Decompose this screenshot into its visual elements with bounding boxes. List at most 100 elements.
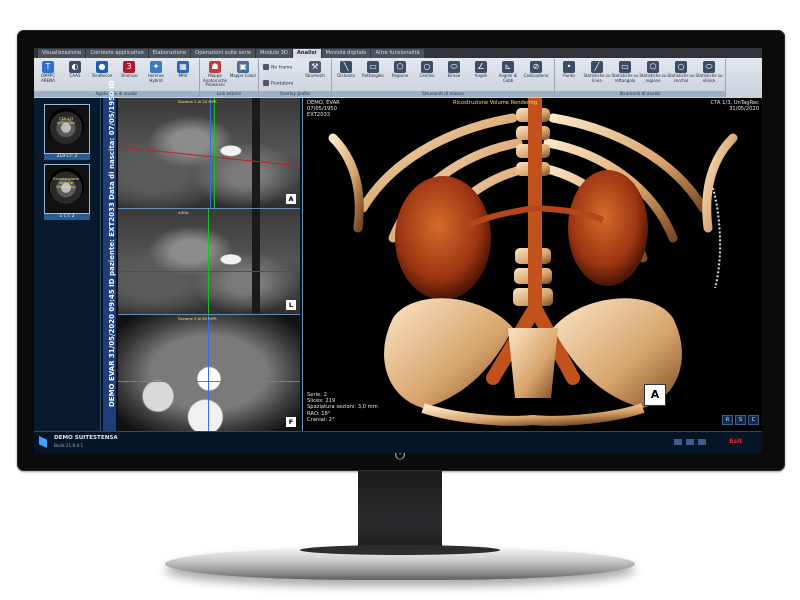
region-stats-icon: ⬠ [647,61,659,73]
series-thumbnail-1-caption: 219 CT: 2 [44,154,90,160]
pointer-icon [263,80,269,86]
series-thumbnail-1[interactable]: CTA 1/3 UnTagRec [44,104,90,154]
circle-icon: ○ [421,61,433,73]
mrv-button[interactable]: ▦ MRV [169,61,197,79]
no-frame-button[interactable]: No frame [263,64,292,71]
3mensio-button[interactable]: 3 3mensio [115,61,143,79]
orientation-marker: L [286,300,296,310]
puntatore-button[interactable]: Puntatore [263,80,293,87]
right-kidney [568,170,648,286]
volume-rendering-view[interactable]: DEMO, EVAR 07/05/1950 EXT2033 Ricostruzi… [302,98,762,431]
body-edge [118,209,260,314]
rect-stats-icon: ▭ [619,61,631,73]
series-thumbnail-2[interactable]: Ricostruzione Volume Rendering [44,164,90,214]
mpr-view-coronal[interactable]: Sezione 1 di 20 MPR A [118,98,300,209]
study-info-overlay: CTA 1/3, UnTagRec 31/05/2020 [710,100,759,113]
ellipse-stats-icon: ⬭ [703,61,715,73]
caas-icon: ◐ [69,61,81,73]
series-thumbnail-2-caption: 1 CT: 2 [44,214,90,220]
angolo-di-cobb-button[interactable]: ⊾ Angolo di Cobb [494,61,522,83]
network-icon[interactable] [674,439,682,445]
tab-moviola-digitale[interactable]: Moviola digitale [321,49,371,58]
ct-image [118,315,300,431]
statistiche-ellisse-button[interactable]: ⬭ Statistiche su ellisse [695,61,723,83]
ribbon: T OMPPC ARENA ◐ CAAS ● TeraRecon 3 3mensio ✦… [34,58,762,99]
tab-modulo-3d[interactable]: Modulo 3D [256,49,292,58]
cerchio-button[interactable]: ○ Cerchio [413,61,441,79]
patient-info-overlay: DEMO, EVAR 07/05/1950 EXT2033 [307,100,340,119]
angoli-button[interactable]: ∠ Angoli [467,61,495,79]
caas-button[interactable]: ◐ CAAS [61,61,89,79]
statistiche-rettangolo-button[interactable]: ▭ Statistiche su rettangolo [611,61,639,83]
mappe-anatomiche-button[interactable]: ☗ Mappe Anatomiche Proiezioni [201,61,229,88]
region-icon: ⬠ [394,61,406,73]
crosshair-green-line[interactable] [208,209,209,314]
crosshair-blue-line[interactable] [208,315,209,431]
calibration-icon: ⊘ [530,61,542,73]
layout-icon[interactable] [686,439,694,445]
tab-analisi[interactable]: Analisi [292,49,321,58]
terarecon-icon: ● [96,61,108,73]
distanza-button[interactable]: ╲ Distanza [332,61,360,79]
hemnes-hybrid-button[interactable]: ✦ Hemnes Hybrid [142,61,170,83]
group-strumenti-di-analisi: • Punto ╱ Statistiche su linea ▭ Statistich… [555,59,726,97]
ct-slice-image [48,108,84,144]
ellisse-button[interactable]: ⬭ Ellisse [440,61,468,79]
ellipse-icon: ⬭ [448,61,460,73]
workspace: CTA 1/3 UnTagRec 219 CT: 2 Ricostruzione… [34,80,762,432]
mappe-colori-button[interactable]: ▣ Mappe Colori [229,61,257,79]
rettangolo-button[interactable]: ▭ Rettangolo [359,61,387,79]
point-icon: • [563,61,575,73]
guide-wire [712,187,722,289]
status-bar: DEMO SUITESTENSA Build 21.6.4.1 Esit [34,431,762,453]
mpr-view-sagittal[interactable]: AXIAL L [118,209,300,315]
view-button-c[interactable]: C [748,415,759,425]
omppc-arena-button[interactable]: T OMPPC ARENA [34,61,62,83]
crosshair-blue-line[interactable] [210,98,211,208]
tab-altre-funzionalita[interactable]: Altre funzionalità [371,49,424,58]
calibrazione-button[interactable]: ⊘ Calibrazione [522,61,550,79]
crosshair-green-line[interactable] [118,381,300,382]
tab-operazioni-sulle-serie[interactable]: Operazioni sulle serie [191,49,256,58]
settings-icon[interactable] [698,439,706,445]
view-button-r[interactable]: R [722,415,733,425]
crosshair-red-line[interactable] [118,271,300,272]
ribbon-tabs: Visualizzazione Contesto applicativo Ela… [34,48,762,58]
view-buttons: R S C [720,415,759,425]
tab-contesto-applicativo[interactable]: Contesto applicativo [86,49,148,58]
punto-button[interactable]: • Punto [555,61,583,79]
group-overlay-grafici: No frame Puntatore ⚒ Strumenti Overlay gr… [259,59,332,97]
mpr-caption: Sezione 1 di 20 MPR [178,99,217,104]
crosshair-green-line[interactable] [214,98,215,208]
line-stats-icon: ╱ [591,61,603,73]
group-strumenti-di-misura: ╲ Distanza ▭ Rettangolo ⬠ Regione ○ Cerchio … [332,59,555,97]
cobb-angle-icon: ⊾ [502,61,514,73]
frame-icon [263,64,269,70]
pelvic-rim [421,403,645,426]
3mensio-icon: 3 [123,61,135,73]
tab-visualizzazione[interactable]: Visualizzazione [38,49,86,58]
mrv-icon: ▦ [177,61,189,73]
volume-render-image [328,98,738,426]
view-button-s[interactable]: S [735,415,746,425]
terarecon-button[interactable]: ● TeraRecon [88,61,116,79]
monitor-stand-joint [300,545,500,555]
tools-icon: ⚒ [309,61,321,73]
patient-info-strip: DEMO EVAR 31/05/2020 09:45 ID paziente: … [103,80,116,431]
app-build: Build 21.6.4.1 [54,443,84,448]
orientation-marker: F [286,417,296,427]
patient-info-text: DEMO EVAR 31/05/2020 09:45 ID paziente: … [108,80,116,407]
regione-button[interactable]: ⬠ Regione [386,61,414,79]
statistiche-linea-button[interactable]: ╱ Statistiche su linea [583,61,611,83]
mpr-view-axial[interactable]: Sezione 9 di 63 MPR F [118,315,300,432]
mpr-caption: AXIAL [178,210,190,215]
tab-elaborazione[interactable]: Elaborazione [148,49,191,58]
circle-stats-icon: ○ [675,61,687,73]
group-applicativi-di-analisi: T OMPPC ARENA ◐ CAAS ● TeraRecon 3 3mensio ✦… [34,59,200,97]
orientation-cube[interactable]: A [644,384,666,406]
statistiche-cerchio-button[interactable]: ○ Statistiche su cerchio [667,61,695,83]
anatomy-map-icon: ☗ [209,61,221,73]
strumenti-button[interactable]: ⚒ Strumenti [301,61,329,79]
group-link-esterni: ☗ Mappe Anatomiche Proiezioni ▣ Mappe Colo… [200,59,259,97]
statistiche-regione-button[interactable]: ⬠ Statistiche su regione [639,61,667,83]
